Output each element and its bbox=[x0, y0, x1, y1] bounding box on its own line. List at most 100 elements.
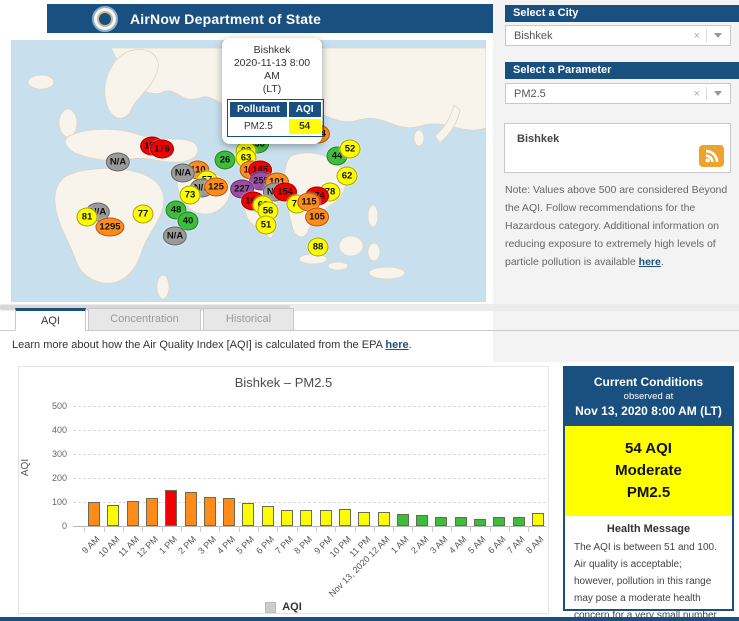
observed-datetime: Nov 13, 2020 8:00 AM (LT) bbox=[575, 404, 722, 418]
chart-x-tick bbox=[258, 526, 260, 532]
chart-bar-3-am[interactable] bbox=[435, 517, 448, 526]
chart-legend[interactable]: AQI bbox=[19, 601, 548, 613]
chart-y-axis-label: AQI bbox=[20, 458, 32, 477]
chevron-down-icon[interactable] bbox=[714, 91, 722, 96]
chart-x-tick bbox=[161, 526, 163, 532]
current-aqi-value: 54 AQI bbox=[625, 440, 672, 457]
legend-swatch bbox=[265, 601, 277, 613]
chart-bar-5-pm[interactable] bbox=[242, 503, 255, 526]
chart-x-tick bbox=[315, 526, 317, 532]
tab-aqi[interactable]: AQI bbox=[15, 308, 86, 331]
popup-city: Bishkek bbox=[253, 44, 291, 56]
chart-bar-1-pm[interactable] bbox=[165, 490, 178, 526]
city-select[interactable]: Bishkek × bbox=[505, 25, 731, 46]
chart-bar-1-am[interactable] bbox=[396, 514, 409, 526]
chart-x-tick bbox=[277, 526, 279, 532]
chart-y-tick: 300 bbox=[51, 449, 67, 459]
popup-timezone: (LT) bbox=[262, 83, 282, 95]
chart-bar-12-pm[interactable] bbox=[145, 498, 158, 526]
note-here-link[interactable]: here bbox=[639, 256, 661, 268]
chart-bar-9-am[interactable] bbox=[88, 502, 100, 526]
map-marker-77[interactable]: 77 bbox=[132, 204, 154, 224]
chart-bar-8-pm[interactable] bbox=[300, 510, 313, 526]
current-conditions-header: Current Conditions observed at Nov 13, 2… bbox=[565, 368, 732, 426]
map-marker-1295[interactable]: 1295 bbox=[95, 217, 125, 237]
chart-x-tick bbox=[142, 526, 144, 532]
map-marker-62[interactable]: 62 bbox=[336, 166, 358, 186]
parameter-select[interactable]: PM2.5 × bbox=[505, 83, 731, 104]
footer-bar bbox=[0, 617, 739, 621]
tab-concentration[interactable]: Concentration bbox=[88, 308, 201, 331]
chart-bar-8-am[interactable] bbox=[531, 513, 544, 526]
chart-bar-9-pm[interactable] bbox=[319, 510, 332, 526]
chart-bar-7-pm[interactable] bbox=[281, 510, 293, 526]
chart-x-label: 1 PM bbox=[157, 534, 180, 556]
chart-x-label: 7 PM bbox=[273, 534, 296, 556]
tab-historical[interactable]: Historical bbox=[203, 308, 294, 331]
city-clear-icon[interactable]: × bbox=[688, 30, 706, 42]
beyond-aqi-note: Note: Values above 500 are considered Be… bbox=[505, 184, 728, 268]
parameter-clear-icon[interactable]: × bbox=[688, 88, 706, 100]
chart-x-tick bbox=[508, 526, 510, 532]
chart-bar-11-pm[interactable] bbox=[358, 512, 371, 526]
chart-bar-4-pm[interactable] bbox=[223, 498, 236, 526]
chart-x-label: 2 PM bbox=[176, 534, 199, 556]
chart-y-tick: 100 bbox=[51, 497, 67, 507]
chart-bar-7-am[interactable] bbox=[512, 517, 525, 526]
chart-x-label: 6 AM bbox=[485, 534, 508, 556]
rss-icon[interactable] bbox=[699, 145, 724, 167]
health-message-text: The AQI is between 51 and 100. Air quali… bbox=[574, 542, 717, 621]
learn-more-text: Learn more about how the Air Quality Ind… bbox=[12, 339, 412, 351]
chart-bar-2-pm[interactable] bbox=[184, 492, 197, 526]
map-marker-88[interactable]: 88 bbox=[307, 237, 329, 257]
epa-here-link[interactable]: here bbox=[385, 339, 408, 351]
chart-x-tick bbox=[393, 526, 395, 532]
map-marker-81[interactable]: 81 bbox=[76, 207, 98, 227]
chart-x-tick bbox=[84, 526, 86, 532]
chart-x-label: 10 AM bbox=[96, 534, 122, 560]
chart-bar-3-pm[interactable] bbox=[203, 497, 216, 526]
chart-gridline bbox=[73, 478, 546, 479]
map-marker-26[interactable]: 26 bbox=[214, 150, 236, 170]
current-conditions-title: Current Conditions bbox=[593, 375, 704, 389]
chart-x-tick bbox=[412, 526, 414, 532]
map-marker-51[interactable]: 51 bbox=[255, 215, 277, 235]
chart-title: Bishkek – PM2.5 bbox=[234, 375, 333, 390]
map-marker-52[interactable]: 52 bbox=[339, 139, 361, 159]
app-header: AirNow Department of State bbox=[47, 4, 493, 33]
health-message-title: Health Message bbox=[606, 523, 691, 535]
chart-bar-5-am[interactable] bbox=[474, 519, 486, 526]
chart-x-label: 6 PM bbox=[253, 534, 276, 556]
map-marker-105[interactable]: 105 bbox=[305, 207, 329, 227]
city-select-header: Select a City bbox=[505, 5, 739, 22]
legend-label: AQI bbox=[282, 601, 302, 613]
chart-x-label: 4 AM bbox=[447, 534, 469, 556]
chart-x-tick bbox=[431, 526, 433, 532]
observed-at-label: observed at bbox=[623, 391, 674, 402]
chart-x-tick bbox=[335, 526, 337, 532]
map-marker-125[interactable]: 125 bbox=[204, 177, 228, 197]
map-marker-176[interactable]: 176 bbox=[150, 139, 174, 159]
current-aqi-block: 54 AQI Moderate PM2.5 bbox=[565, 426, 732, 516]
chart-bar-2-am[interactable] bbox=[416, 515, 429, 526]
chart-x-tick bbox=[200, 526, 202, 532]
map-marker-73[interactable]: 73 bbox=[179, 185, 201, 205]
chart-bar-nov-13-2020-12-am[interactable] bbox=[377, 512, 390, 526]
chart-gridline bbox=[73, 502, 546, 503]
chart-y-tick: 500 bbox=[51, 401, 67, 411]
chevron-down-icon[interactable] bbox=[714, 33, 722, 38]
divider bbox=[706, 29, 707, 42]
chart-bar-10-am[interactable] bbox=[107, 505, 120, 526]
parameter-select-value: PM2.5 bbox=[514, 87, 546, 100]
chart-x-tick bbox=[296, 526, 298, 532]
chart-bar-6-pm[interactable] bbox=[261, 506, 274, 526]
dos-seal-icon bbox=[92, 5, 118, 32]
chart-bar-10-pm[interactable] bbox=[338, 509, 351, 526]
chart-x-tick bbox=[354, 526, 356, 532]
chart-bar-11-am[interactable] bbox=[126, 501, 139, 526]
city-select-value: Bishkek bbox=[514, 29, 553, 42]
chart-bar-6-am[interactable] bbox=[493, 517, 506, 526]
popup-col-pollutant: Pollutant bbox=[230, 102, 287, 117]
chart-gridline bbox=[73, 526, 546, 527]
chart-bar-4-am[interactable] bbox=[454, 517, 467, 526]
